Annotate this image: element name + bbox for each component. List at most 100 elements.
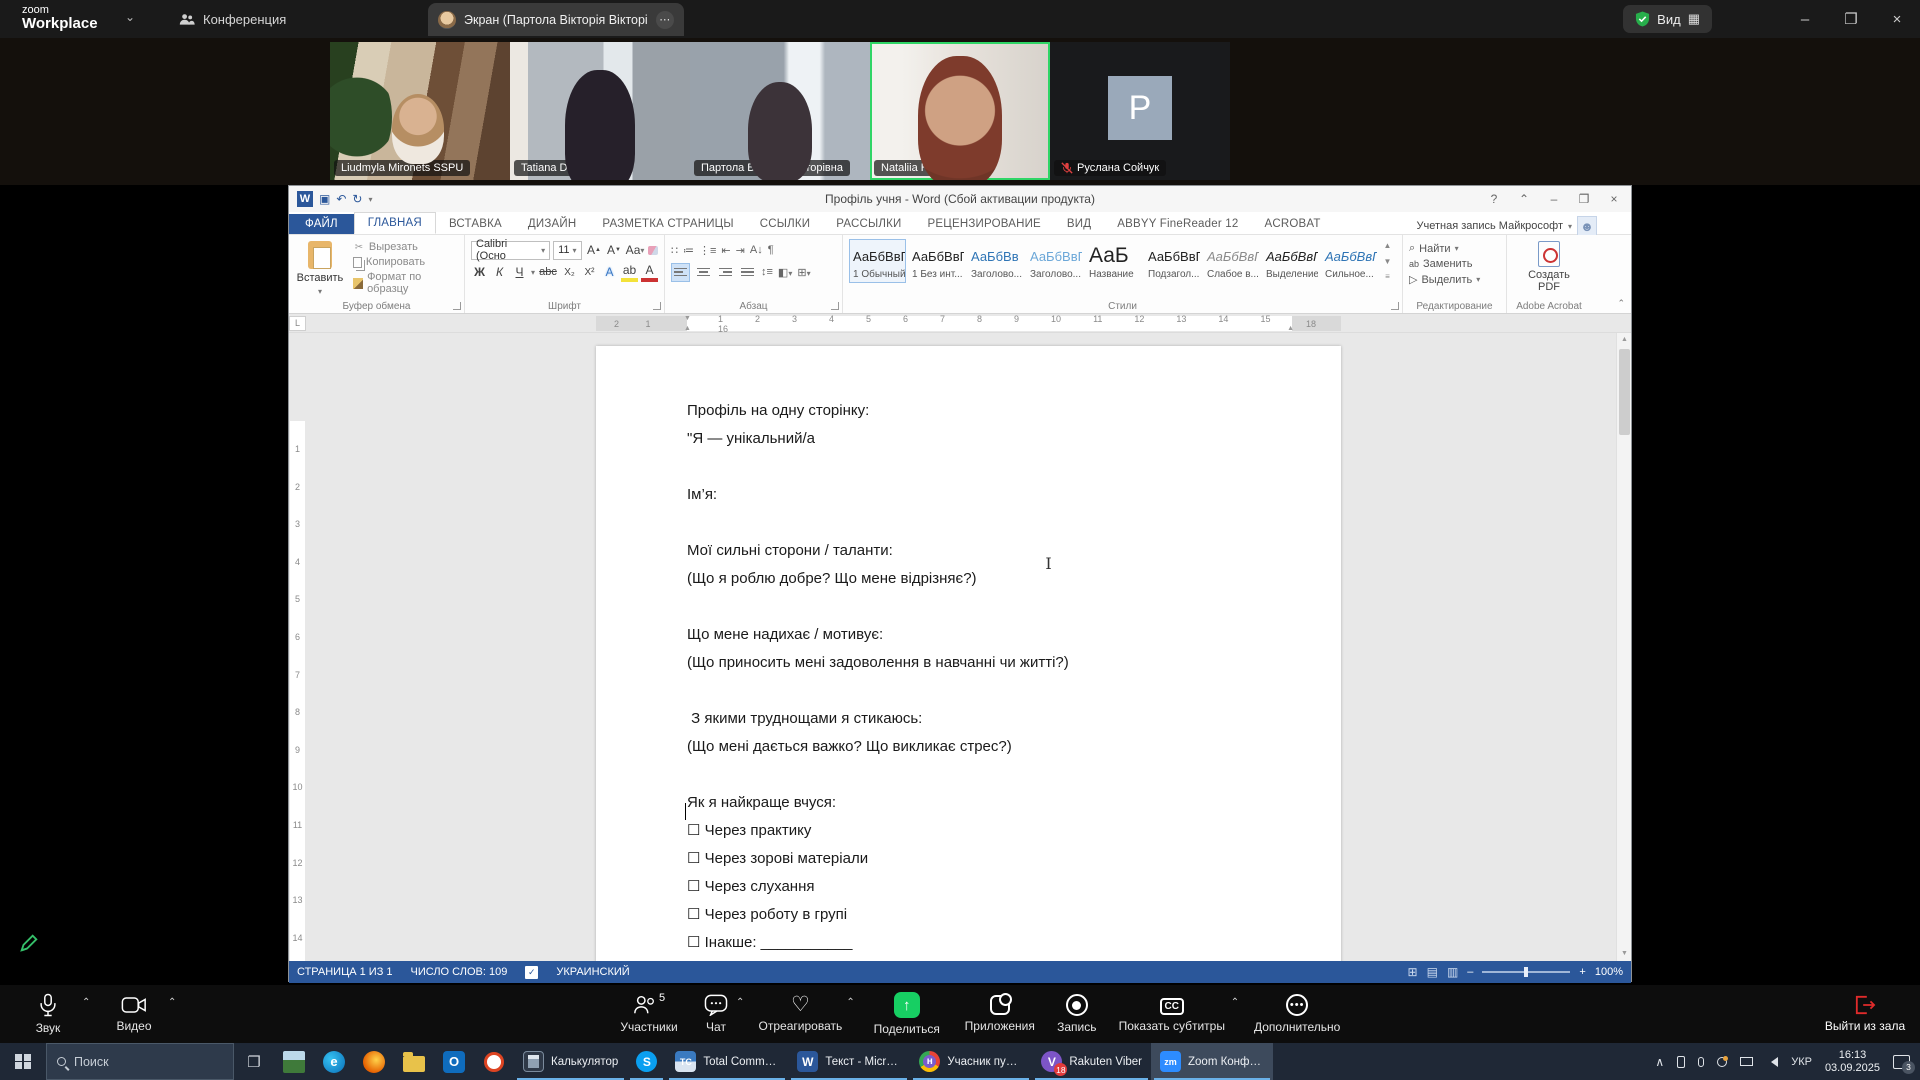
- chevron-down-icon[interactable]: ⌄: [125, 10, 135, 24]
- react-chevron-icon[interactable]: ⌃: [846, 997, 854, 1008]
- close-button[interactable]: ×: [1874, 0, 1920, 38]
- dialog-launcher-icon[interactable]: [653, 302, 661, 310]
- proofing-icon[interactable]: ✓: [525, 966, 538, 979]
- tab-insert[interactable]: ВСТАВКА: [436, 214, 515, 234]
- chat-button[interactable]: Чат: [696, 985, 736, 1043]
- right-indent-marker[interactable]: ▲: [1287, 325, 1294, 332]
- dialog-launcher-icon[interactable]: [453, 302, 461, 310]
- bold-button[interactable]: Ж: [471, 263, 488, 282]
- tab-layout[interactable]: РАЗМЕТКА СТРАНИЦЫ: [589, 214, 746, 234]
- indent-marker[interactable]: ▲: [684, 325, 691, 332]
- doc-checkbox-line[interactable]: ☐ Через практику: [687, 822, 1281, 840]
- paste-button[interactable]: Вставить ▾: [295, 239, 345, 297]
- tab-design[interactable]: ДИЗАЙН: [515, 214, 589, 234]
- react-button[interactable]: ♡ Отреагировать: [754, 985, 846, 1043]
- action-center-icon[interactable]: 3: [1893, 1055, 1910, 1069]
- pinned-outlook[interactable]: O: [434, 1043, 474, 1080]
- font-color-button[interactable]: А: [641, 263, 658, 282]
- word-restore-button[interactable]: ❐: [1569, 186, 1599, 211]
- taskbar-app-viber[interactable]: V18 Rakuten Viber: [1032, 1043, 1151, 1080]
- font-size-combo[interactable]: 11▾: [553, 241, 582, 260]
- format-painter-button[interactable]: Формат по образцу: [353, 271, 458, 295]
- word-minimize-button[interactable]: –: [1539, 186, 1569, 211]
- font-name-combo[interactable]: Calibri (Осно▾: [471, 241, 550, 260]
- horizontal-ruler[interactable]: L 2 1 ▼▲1 2 3 4 5 6 7 8 9 10 11 12 13 14…: [289, 314, 1631, 333]
- zoom-out-icon[interactable]: –: [1467, 966, 1473, 978]
- sort-icon[interactable]: А↓: [750, 244, 763, 256]
- tab-home[interactable]: ГЛАВНАЯ: [354, 212, 436, 234]
- scrollbar-thumb[interactable]: [1619, 349, 1630, 435]
- document-area[interactable]: 1 2 3 4 5 6 7 8 9 10 11 12 13 14 15 Проф…: [289, 333, 1631, 961]
- justify-button[interactable]: [739, 263, 756, 282]
- decrease-indent-icon[interactable]: ⇤: [721, 244, 730, 257]
- minimize-button[interactable]: –: [1782, 0, 1828, 38]
- pinned-file-explorer[interactable]: [394, 1043, 434, 1080]
- taskbar-app-word[interactable]: W Текст - Microsoft ...: [788, 1043, 910, 1080]
- borders-icon[interactable]: ⊞▾: [797, 266, 810, 279]
- taskbar-app-zoom[interactable]: zm Zoom Конференц...: [1151, 1043, 1273, 1080]
- maximize-button[interactable]: ❐: [1828, 0, 1874, 38]
- create-pdf-button[interactable]: Создать PDF: [1513, 239, 1585, 295]
- underline-button[interactable]: Ч: [511, 263, 528, 282]
- chevron-down-icon[interactable]: ▾: [531, 268, 535, 277]
- doc-checkbox-line[interactable]: ☐ Через слухання: [687, 878, 1281, 896]
- video-button[interactable]: Видео: [106, 985, 162, 1043]
- tab-abbyy[interactable]: ABBYY FineReader 12: [1104, 214, 1251, 234]
- doc-checkbox-line[interactable]: ☐ Через зорові матеріали: [687, 850, 1281, 868]
- video-tile[interactable]: Tatiana Derevianko: [510, 42, 690, 180]
- doc-line[interactable]: (Що я роблю добре? Що мене відрізняє?): [687, 570, 1281, 588]
- doc-line[interactable]: [687, 514, 1281, 532]
- ribbon-options-icon[interactable]: ⌃: [1509, 186, 1539, 211]
- doc-line[interactable]: "Я — унікальний/а: [687, 430, 1281, 448]
- help-icon[interactable]: ?: [1479, 186, 1509, 211]
- style-intense-emphasis[interactable]: АаБбВвГгСильное...: [1321, 239, 1378, 283]
- phone-link-icon[interactable]: [1677, 1056, 1685, 1068]
- apps-button[interactable]: Приложения: [959, 985, 1041, 1043]
- zoom-slider-thumb[interactable]: [1524, 967, 1528, 977]
- doc-line[interactable]: (Що мені дається важко? Що викликає стре…: [687, 738, 1281, 756]
- line-spacing-icon[interactable]: ↕≡: [761, 266, 773, 278]
- tray-mic-icon[interactable]: [1698, 1057, 1704, 1067]
- zoom-in-icon[interactable]: +: [1579, 966, 1585, 978]
- tab-references[interactable]: ССЫЛКИ: [747, 214, 824, 234]
- pinned-firefox[interactable]: [354, 1043, 394, 1080]
- zoom-slider[interactable]: [1482, 971, 1570, 973]
- scroll-down-icon[interactable]: ▼: [1617, 947, 1631, 961]
- video-tile[interactable]: P Руслана Сойчук: [1050, 42, 1230, 180]
- style-heading1[interactable]: АаБбВвЗаголово...: [967, 239, 1024, 283]
- increase-indent-icon[interactable]: ⇥: [736, 244, 745, 257]
- collapse-ribbon-icon[interactable]: ⌃: [1617, 298, 1625, 309]
- cut-button[interactable]: ✂Вырезать: [353, 241, 458, 253]
- qat-customize-icon[interactable]: ▾: [368, 195, 372, 204]
- task-view-button[interactable]: ❐: [234, 1043, 274, 1080]
- microsoft-account[interactable]: Учетная запись Майкрософт ▾ ☻: [1417, 216, 1597, 236]
- pinned-photos[interactable]: [274, 1043, 314, 1080]
- tab-acrobat[interactable]: ACROBAT: [1251, 214, 1333, 234]
- style-subtle-emphasis[interactable]: АаБбВвГгСлабое в...: [1203, 239, 1260, 283]
- style-title[interactable]: АаБНазвание: [1085, 239, 1142, 283]
- print-layout-icon[interactable]: ▤: [1427, 965, 1438, 979]
- doc-line[interactable]: Ім’я:: [687, 486, 1281, 504]
- tab-screen-share[interactable]: Экран (Партола Вікторія Вікторі ⋯: [428, 3, 684, 36]
- superscript-button[interactable]: X²: [581, 263, 598, 282]
- redo-icon[interactable]: ↻: [352, 192, 362, 206]
- doc-checkbox-line[interactable]: ☐ Інакше: ___________: [687, 934, 1281, 952]
- select-button[interactable]: ▷Выделить▾: [1409, 273, 1500, 286]
- language-indicator[interactable]: УКР: [1791, 1056, 1812, 1068]
- grow-font-button[interactable]: А▲: [585, 241, 602, 260]
- leave-meeting-button[interactable]: Выйти из зала: [1822, 985, 1908, 1043]
- taskbar-app-total-commander[interactable]: TC Total Commander ...: [666, 1043, 788, 1080]
- dialog-launcher-icon[interactable]: [1391, 302, 1399, 310]
- clock[interactable]: 16:13 03.09.2025: [1825, 1049, 1880, 1075]
- doc-line[interactable]: [687, 766, 1281, 784]
- style-heading2[interactable]: АаБбВвГЗаголово...: [1026, 239, 1083, 283]
- doc-line[interactable]: (Що приносить мені задоволення в навчанн…: [687, 654, 1281, 672]
- vertical-scrollbar[interactable]: ▲ ▼: [1616, 333, 1631, 961]
- italic-button[interactable]: К: [491, 263, 508, 282]
- numbering-icon[interactable]: ≔: [683, 244, 694, 257]
- language-indicator[interactable]: УКРАИНСКИЙ: [556, 966, 629, 978]
- shrink-font-button[interactable]: А▼: [605, 241, 622, 260]
- align-right-button[interactable]: [717, 263, 734, 282]
- captions-chevron-icon[interactable]: ⌃: [1231, 997, 1239, 1008]
- tab-meeting[interactable]: Конференция: [165, 0, 300, 38]
